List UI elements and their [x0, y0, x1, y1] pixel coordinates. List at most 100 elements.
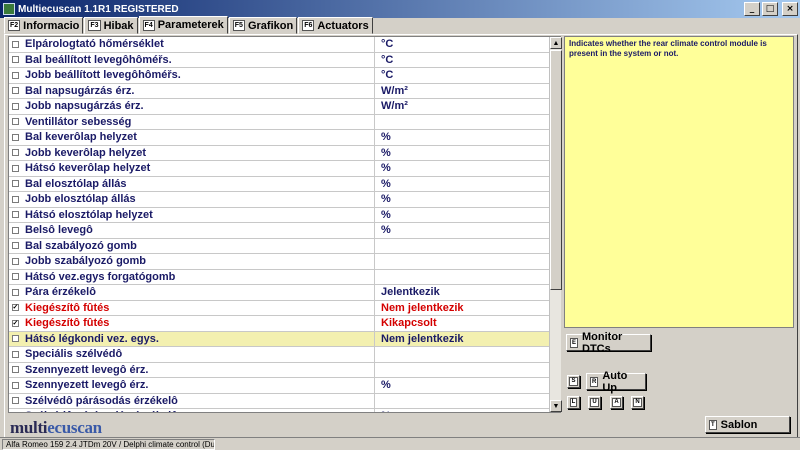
checkbox-cell	[9, 37, 21, 52]
row-checkbox[interactable]: ✓	[11, 304, 19, 312]
row-checkbox[interactable]	[11, 381, 19, 389]
table-row[interactable]: Bal beállított levegôhôméřs. °C	[9, 52, 560, 68]
n-button[interactable]: N	[631, 396, 644, 409]
row-checkbox[interactable]: ✓	[11, 319, 19, 327]
button-key: E	[570, 337, 579, 348]
description-box: Indicates whether the rear climate contr…	[564, 36, 794, 328]
table-row[interactable]: Pára érzékelô Jelentkezik	[9, 285, 560, 301]
tab-key: F2	[8, 20, 21, 31]
row-checkbox[interactable]	[11, 164, 19, 172]
status-bar: Alfa Romeo 159 2.4 JTDm 20V / Delphi cli…	[0, 437, 800, 450]
row-checkbox[interactable]	[11, 71, 19, 79]
table-row[interactable]: Jobb napsugárzás érz. W/m²	[9, 99, 560, 115]
s-button[interactable]: S	[567, 375, 580, 388]
row-checkbox[interactable]	[11, 149, 19, 157]
parameter-value: %	[381, 208, 391, 221]
parameter-name: Ventillátor sebesség	[21, 114, 375, 129]
button-key: A	[612, 398, 621, 407]
checkbox-cell	[9, 363, 21, 378]
table-row[interactable]: ✓ Kiegészítô fûtés Kikapcsolt	[9, 316, 560, 332]
table-row[interactable]: Elpárologtató hőmérséklet °C	[9, 37, 560, 53]
parameter-name: Kiegészítô fûtés	[21, 316, 375, 331]
table-row[interactable]: Bal szabályozó gomb	[9, 238, 560, 254]
tab-informacio[interactable]: F2 Informacio	[4, 17, 84, 34]
window-title: Multiecuscan 1.1R1 REGISTERED	[18, 3, 179, 15]
table-row[interactable]: Bal napsugárzás érz. W/m²	[9, 83, 560, 99]
checkbox-cell	[9, 270, 21, 285]
table-row[interactable]: Jobb beállított levegôhôméřs. °C	[9, 68, 560, 84]
table-row[interactable]: Szélvédô párásodás érzékelô	[9, 393, 560, 409]
checkbox-cell	[9, 130, 21, 145]
row-checkbox[interactable]	[11, 273, 19, 281]
parameter-name: Szennyezett levegô érz.	[21, 362, 375, 377]
checkbox-cell	[9, 84, 21, 99]
status-text: Alfa Romeo 159 2.4 JTDm 20V / Delphi cli…	[2, 439, 215, 450]
scroll-down-icon[interactable]: ▼	[550, 400, 562, 412]
table-row[interactable]: Belsô levegô%	[9, 223, 560, 239]
table-row[interactable]: Bal keverôlap helyzet%	[9, 130, 560, 146]
row-checkbox[interactable]	[11, 335, 19, 343]
app-window: Multiecuscan 1.1R1 REGISTERED _ □ × F2 I…	[0, 0, 800, 450]
parameter-name: Kiegészítô fûtés	[21, 300, 375, 315]
maximize-button[interactable]: □	[762, 2, 778, 16]
brand-logo: multiecuscan	[10, 418, 102, 438]
checkbox-cell	[9, 192, 21, 207]
row-checkbox[interactable]	[11, 195, 19, 203]
tab-key: F3	[88, 20, 101, 31]
table-row[interactable]: ✓ Kiegészítô fûtés Nem jelentkezik	[9, 300, 560, 316]
table-row[interactable]: Jobb keverôlap helyzet%	[9, 145, 560, 161]
vertical-scrollbar[interactable]: ▲ ▼	[549, 37, 562, 412]
table-row[interactable]: Speciális szélvédô	[9, 347, 560, 363]
row-checkbox[interactable]	[11, 350, 19, 358]
monitor-dtcs-button[interactable]: E Monitor DTCs	[566, 331, 651, 355]
table-row[interactable]: Jobb szabályozó gomb	[9, 254, 560, 270]
table-row[interactable]: Ventillátor sebesség	[9, 114, 560, 130]
row-checkbox[interactable]	[11, 397, 19, 405]
button-key: S	[569, 377, 578, 386]
parameter-value: %	[381, 146, 391, 159]
tab-actuators[interactable]: F6 Actuators	[298, 17, 373, 34]
parameter-name: Bal szabályozó gomb	[21, 238, 375, 253]
table-row[interactable]: Hátsó elosztólap helyzet%	[9, 207, 560, 223]
row-checkbox[interactable]	[11, 288, 19, 296]
row-checkbox[interactable]	[11, 102, 19, 110]
parameter-value: %	[375, 409, 560, 412]
row-checkbox[interactable]	[11, 180, 19, 188]
row-checkbox[interactable]	[11, 257, 19, 265]
row-checkbox[interactable]	[11, 56, 19, 64]
row-checkbox[interactable]	[11, 87, 19, 95]
tab-hibak[interactable]: F3 Hibak	[84, 17, 138, 34]
row-checkbox[interactable]	[11, 40, 19, 48]
table-row[interactable]: Hátsó légkondi vez. egys. Nem jelentkezik	[9, 331, 560, 347]
checkbox-cell	[9, 239, 21, 254]
scrollbar-thumb[interactable]	[550, 50, 562, 290]
tab-parameterek[interactable]: F4 Parameterek	[138, 16, 228, 34]
minimize-button[interactable]: _	[744, 2, 760, 16]
row-checkbox[interactable]	[11, 226, 19, 234]
row-checkbox[interactable]	[11, 118, 19, 126]
tab-grafikon[interactable]: F5 Grafikon	[228, 17, 298, 34]
row-checkbox[interactable]	[11, 366, 19, 374]
l-button[interactable]: L	[567, 396, 580, 409]
table-row[interactable]: Hátsó vez.egys forgatógomb	[9, 269, 560, 285]
table-row[interactable]: Bal elosztólap állás%	[9, 176, 560, 192]
row-checkbox[interactable]	[11, 133, 19, 141]
parameter-name: Bal keverôlap helyzet	[21, 130, 375, 145]
tab-key: F5	[232, 20, 245, 31]
table-row[interactable]: Hátsó keverôlap helyzet%	[9, 161, 560, 177]
row-checkbox[interactable]	[11, 242, 19, 250]
table-row[interactable]: Szélvédô párásodás érzékelô%	[9, 409, 560, 412]
tab-bar: F2 Informacio F3 Hibak F4 Parameterek F5…	[4, 16, 374, 34]
close-button[interactable]: ×	[782, 2, 798, 16]
table-row[interactable]: Szennyezett levegô érz.%	[9, 378, 560, 394]
parameter-value: Nem jelentkezik	[381, 332, 464, 345]
parameter-name: Jobb szabályozó gomb	[21, 254, 375, 269]
scroll-up-icon[interactable]: ▲	[550, 37, 562, 49]
u-button[interactable]: U	[588, 396, 601, 409]
a-button[interactable]: A	[610, 396, 623, 409]
sablon-button[interactable]: T Sablon	[705, 416, 790, 433]
table-row[interactable]: Jobb elosztólap állás%	[9, 192, 560, 208]
row-checkbox[interactable]	[11, 211, 19, 219]
table-row[interactable]: Szennyezett levegô érz.	[9, 362, 560, 378]
auto-up-button[interactable]: R Auto Up	[586, 370, 646, 394]
